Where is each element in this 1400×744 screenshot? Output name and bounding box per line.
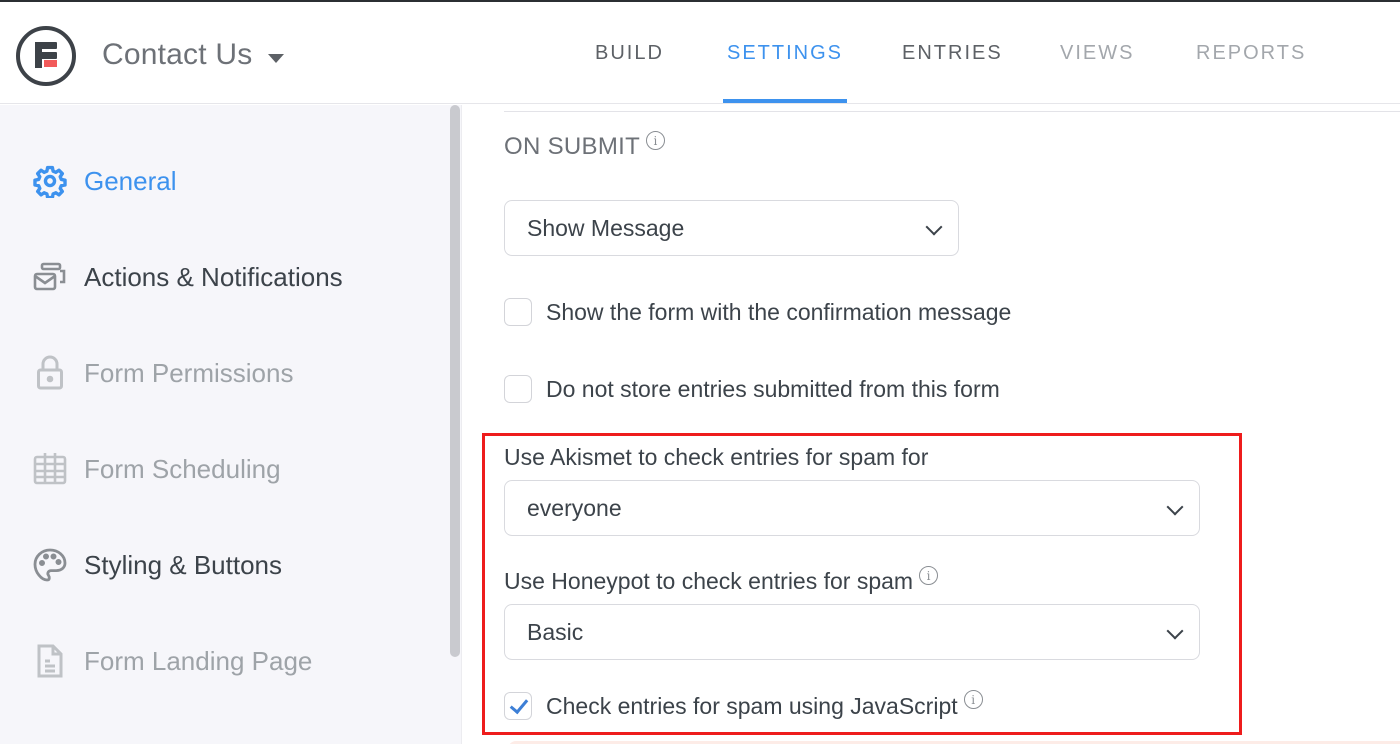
sidebar-scrollbar[interactable]: [450, 105, 460, 657]
akismet-selected-value: everyone: [527, 494, 622, 521]
sidebar-item-form-permissions[interactable]: Form Permissions: [32, 355, 293, 391]
tab-reports-label: REPORTS: [1196, 41, 1307, 64]
form-title: Contact Us: [102, 38, 253, 71]
checkbox-label: Do not store entries submitted from this…: [546, 375, 1000, 402]
do-not-store-entries-checkbox[interactable]: [504, 375, 532, 403]
sidebar-item-general[interactable]: General: [32, 163, 177, 199]
chevron-down-icon: [1166, 498, 1184, 516]
tab-settings[interactable]: SETTINGS: [723, 2, 848, 104]
gear-icon: [32, 163, 68, 199]
sidebar-item-form-scheduling[interactable]: Form Scheduling: [32, 451, 281, 487]
on-submit-heading: ON SUBMIT i: [504, 131, 666, 161]
form-title-dropdown[interactable]: Contact Us: [102, 38, 285, 72]
tab-views-label: VIEWS: [1060, 41, 1135, 64]
formidable-logo-icon[interactable]: [16, 26, 76, 86]
settings-main-panel: ON SUBMIT i Show Message Show the form w…: [462, 105, 1400, 744]
settings-sidebar: General Actions & Notifications Form Per…: [0, 105, 462, 744]
palette-icon: [32, 547, 68, 583]
javascript-spam-check-row[interactable]: Check entries for spam using JavaScript …: [504, 690, 983, 720]
akismet-label-text: Use Akismet to check entries for spam fo…: [504, 444, 929, 470]
show-form-with-confirmation-checkbox-row[interactable]: Show the form with the confirmation mess…: [504, 298, 1011, 326]
akismet-label: Use Akismet to check entries for spam fo…: [504, 444, 928, 471]
chevron-down-icon: [1166, 622, 1184, 640]
info-icon[interactable]: i: [919, 566, 939, 585]
sidebar-item-label: Actions & Notifications: [84, 261, 343, 292]
sidebar-item-actions-notifications[interactable]: Actions & Notifications: [32, 259, 343, 295]
on-submit-selected-value: Show Message: [527, 214, 685, 241]
tab-entries[interactable]: ENTRIES: [902, 2, 1003, 104]
tab-views[interactable]: VIEWS: [1060, 2, 1134, 104]
tab-reports[interactable]: REPORTS: [1196, 2, 1306, 104]
on-submit-select[interactable]: Show Message: [504, 200, 959, 256]
sidebar-item-label: Form Scheduling: [84, 453, 281, 484]
honeypot-label: Use Honeypot to check entries for spam i: [504, 566, 939, 595]
honeypot-selected-value: Basic: [527, 618, 584, 645]
honeypot-label-text: Use Honeypot to check entries for spam: [504, 568, 914, 594]
sidebar-item-label: Form Permissions: [84, 357, 294, 388]
tab-build[interactable]: BUILD: [595, 2, 664, 104]
info-icon[interactable]: i: [646, 131, 666, 150]
checkbox-label: Show the form with the confirmation mess…: [546, 298, 1012, 325]
sidebar-item-label: General: [84, 165, 177, 196]
lock-icon: [32, 355, 68, 391]
tab-settings-label: SETTINGS: [727, 41, 844, 64]
sidebar-item-label: Styling & Buttons: [84, 549, 282, 580]
sidebar-item-label: Form Landing Page: [84, 645, 313, 676]
honeypot-select[interactable]: Basic: [504, 604, 1200, 660]
checkbox-label: Check entries for spam using JavaScript: [546, 692, 958, 719]
section-divider: [504, 111, 1400, 112]
active-tab-indicator: [723, 99, 848, 103]
info-icon[interactable]: i: [963, 690, 983, 709]
caret-down-icon: [268, 53, 285, 63]
chevron-down-icon: [925, 218, 943, 236]
sidebar-item-form-landing-page[interactable]: Form Landing Page: [32, 643, 312, 679]
do-not-store-entries-checkbox-row[interactable]: Do not store entries submitted from this…: [504, 375, 1000, 403]
calendar-icon: [32, 451, 68, 487]
sidebar-item-styling-buttons[interactable]: Styling & Buttons: [32, 547, 282, 583]
envelope-stack-icon: [32, 259, 68, 295]
tab-build-label: BUILD: [595, 41, 664, 64]
tab-entries-label: ENTRIES: [902, 41, 1003, 64]
on-submit-title: ON SUBMIT: [504, 133, 641, 160]
app-header: Contact Us: [0, 2, 1400, 104]
document-icon: [32, 643, 68, 679]
javascript-spam-checkbox[interactable]: [504, 692, 532, 720]
show-form-with-confirmation-checkbox[interactable]: [504, 298, 532, 326]
akismet-select[interactable]: everyone: [504, 480, 1200, 536]
